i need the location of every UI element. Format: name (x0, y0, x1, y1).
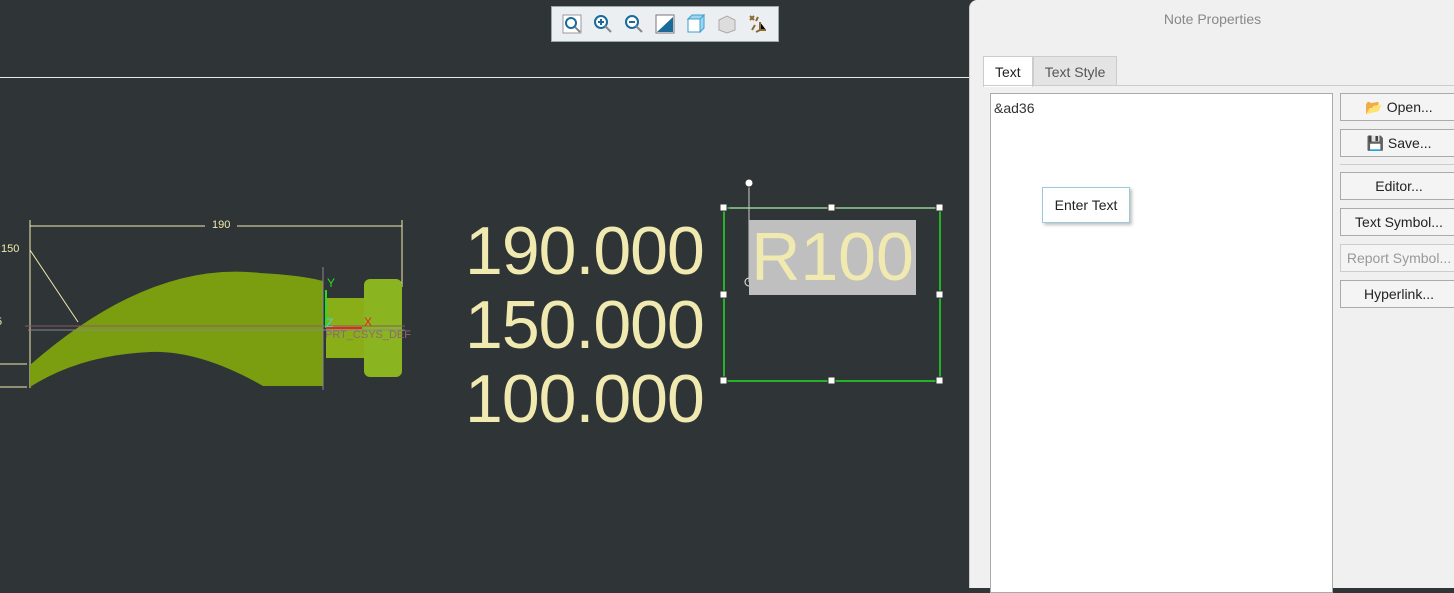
open-button[interactable]: 📂 Open... (1340, 93, 1454, 121)
repaint-icon[interactable] (653, 12, 677, 36)
axis-y-label: Y (327, 276, 336, 290)
note-value-2[interactable]: 150.000 (465, 286, 705, 364)
zoom-out-icon[interactable] (622, 12, 646, 36)
separator (1340, 164, 1454, 165)
graphics-area[interactable]: 190 :150 5 Y Z X PRT_CSYS_DEF 190.000 15… (0, 0, 970, 588)
folder-icon: 📂 (1365, 98, 1383, 115)
open-label: Open... (1386, 99, 1433, 115)
saved-views-icon[interactable] (715, 12, 739, 36)
selected-note-r100[interactable]: R100 (749, 220, 916, 295)
save-button[interactable]: 💾 Save... (1340, 129, 1454, 157)
view-toolbar (551, 6, 779, 42)
note-value-1[interactable]: 190.000 (465, 212, 705, 290)
view-cube-icon[interactable] (684, 12, 708, 36)
dimension-150[interactable]: :150 (0, 243, 19, 255)
floppy-icon: 💾 (1366, 134, 1384, 151)
axis-z-label: Z (326, 316, 334, 330)
axis-x-label: X (364, 315, 373, 329)
report-symbol-button[interactable]: Report Symbol... (1340, 244, 1454, 272)
note-value-3[interactable]: 100.000 (465, 360, 705, 438)
dialog-title: Note Properties (1163, 11, 1262, 27)
datum-display-icon[interactable] (746, 12, 770, 36)
note-text-input[interactable]: &ad36 (990, 93, 1333, 593)
note-properties-dialog: Note Properties Text Text Style &ad36 En… (969, 0, 1454, 593)
zoom-in-icon[interactable] (591, 12, 615, 36)
editor-button[interactable]: Editor... (1340, 172, 1454, 200)
enter-text-tooltip: Enter Text (1042, 187, 1130, 223)
text-symbol-button[interactable]: Text Symbol... (1340, 208, 1454, 236)
tab-text-style[interactable]: Text Style (1032, 56, 1118, 85)
save-label: Save... (1387, 135, 1432, 151)
dimension-190[interactable]: 190 (212, 219, 230, 231)
hyperlink-button[interactable]: Hyperlink... (1340, 280, 1454, 308)
tab-text[interactable]: Text (983, 56, 1033, 87)
dimension-left[interactable]: 5 (0, 316, 2, 328)
zoom-fit-icon[interactable] (560, 12, 584, 36)
tab-divider (983, 85, 1454, 86)
csys-label: PRT_CSYS_DEF (325, 329, 411, 341)
